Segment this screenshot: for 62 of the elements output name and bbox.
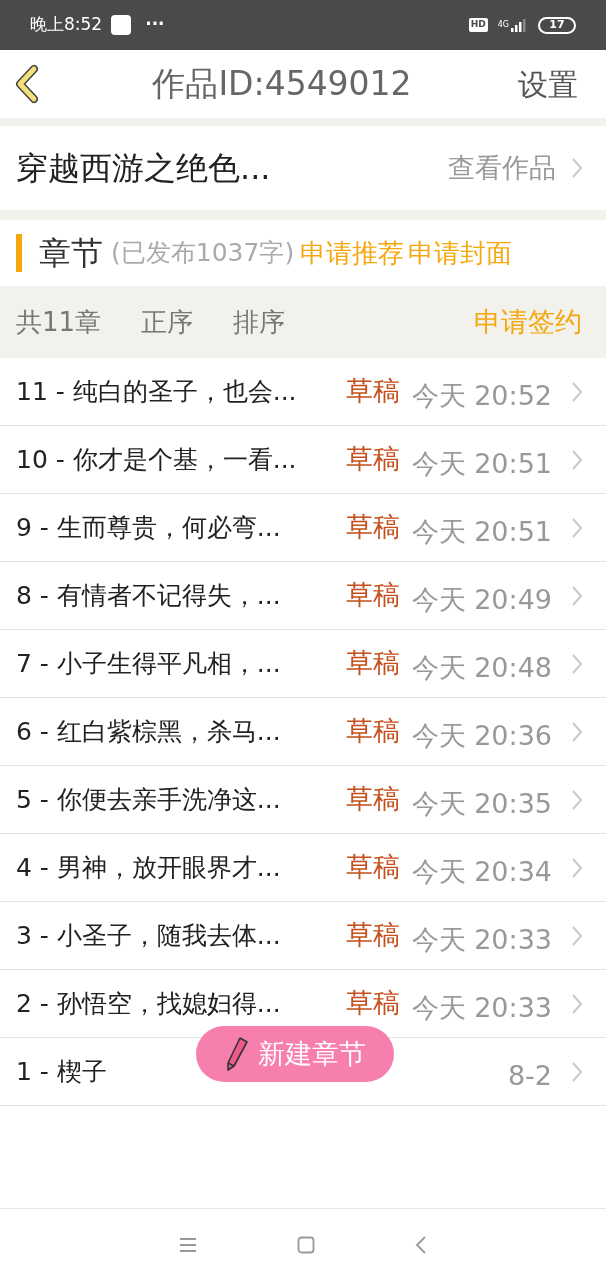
chapter-time: 今天 20:52 <box>411 379 552 414</box>
draft-label: 草稿 <box>346 918 400 953</box>
word-count: (已发布1037字) <box>111 237 295 270</box>
chapter-title: 5 - 你便去亲手洗净这... <box>16 783 281 816</box>
chapter-title: 11 - 纯白的圣子，也会... <box>16 375 297 408</box>
chapter-row[interactable]: 6 - 红白紫棕黑，杀马... 草稿 今天 20:36 <box>0 698 606 766</box>
signal-icon <box>510 17 528 33</box>
draft-label: 草稿 <box>346 374 400 409</box>
chapter-time: 今天 20:35 <box>411 787 552 822</box>
clock: 晚上8:52 <box>30 13 103 37</box>
chapter-row[interactable]: 7 - 小子生得平凡相，... 草稿 今天 20:48 <box>0 630 606 698</box>
chapter-title: 9 - 生而尊贵，何必弯... <box>16 511 281 544</box>
chapter-row[interactable]: 9 - 生而尊贵，何必弯... 草稿 今天 20:51 <box>0 494 606 562</box>
chapter-row[interactable]: 5 - 你便去亲手洗净这... 草稿 今天 20:35 <box>0 766 606 834</box>
sort-button[interactable]: 排序 <box>233 302 286 342</box>
draft-label: 草稿 <box>346 714 400 749</box>
chapter-time: 今天 20:49 <box>411 583 552 618</box>
menu-icon[interactable] <box>179 1236 197 1253</box>
chapter-time: 8-2 <box>507 1059 552 1094</box>
chapter-time: 今天 20:51 <box>411 447 552 482</box>
draft-label: 草稿 <box>346 578 400 613</box>
work-title: 穿越西游之绝色... <box>16 148 272 189</box>
draft-label: 草稿 <box>346 646 400 681</box>
hd-badge: HD <box>468 18 488 32</box>
chapter-title: 7 - 小子生得平凡相，... <box>16 647 281 680</box>
chapter-row[interactable]: 11 - 纯白的圣子，也会... 草稿 今天 20:52 <box>0 358 606 426</box>
sort-button[interactable]: 正序 <box>141 302 194 342</box>
page-title: 作品ID:4549012 <box>151 63 413 106</box>
home-icon[interactable] <box>297 1235 315 1254</box>
chapter-time: 今天 20:33 <box>411 923 552 958</box>
chapter-title: 2 - 孙悟空，找媳妇得... <box>16 987 281 1020</box>
draft-label: 草稿 <box>346 986 400 1021</box>
chapter-row[interactable]: 10 - 你才是个基，一看... 草稿 今天 20:51 <box>0 426 606 494</box>
settings-button[interactable]: 设置 <box>518 61 592 107</box>
chapter-time: 今天 20:36 <box>411 719 552 754</box>
draft-label: 草稿 <box>346 850 400 885</box>
chapter-count: 共11章 <box>16 305 102 339</box>
chapter-time: 今天 20:48 <box>411 651 552 686</box>
chapter-title: 3 - 小圣子，随我去体... <box>16 919 281 952</box>
section-title: 章节 <box>39 233 103 274</box>
draft-label: 草稿 <box>346 510 400 545</box>
chapter-title: 4 - 男神，放开眼界才... <box>16 851 281 884</box>
chapter-row[interactable]: 8 - 有情者不记得失，... 草稿 今天 20:49 <box>0 562 606 630</box>
chapter-time: 今天 20:51 <box>411 515 552 550</box>
chapter-title: 1 - 楔子 <box>16 1055 107 1088</box>
chapter-row[interactable]: 4 - 男神，放开眼界才... 草稿 今天 20:34 <box>0 834 606 902</box>
battery-indicator: 17 <box>538 16 576 34</box>
chapter-title: 8 - 有情者不记得失，... <box>16 579 281 612</box>
back-icon[interactable] <box>415 1235 427 1254</box>
chapter-time: 今天 20:34 <box>411 855 552 890</box>
store-icon <box>111 15 132 35</box>
pencil-icon <box>224 1035 250 1073</box>
chapter-title: 10 - 你才是个基，一看... <box>16 443 297 476</box>
network-label: 4G <box>497 21 509 29</box>
draft-label: 草稿 <box>346 782 400 817</box>
chapter-row[interactable]: 3 - 小圣子，随我去体... 草稿 今天 20:33 <box>0 902 606 970</box>
chapter-time: 今天 20:33 <box>411 991 552 1026</box>
accent-bar <box>16 234 22 272</box>
draft-label: 草稿 <box>346 442 400 477</box>
more-dots: ··· <box>145 13 165 37</box>
chapter-title: 6 - 红白紫棕黑，杀马... <box>16 715 281 748</box>
chevron-icon <box>570 156 584 180</box>
